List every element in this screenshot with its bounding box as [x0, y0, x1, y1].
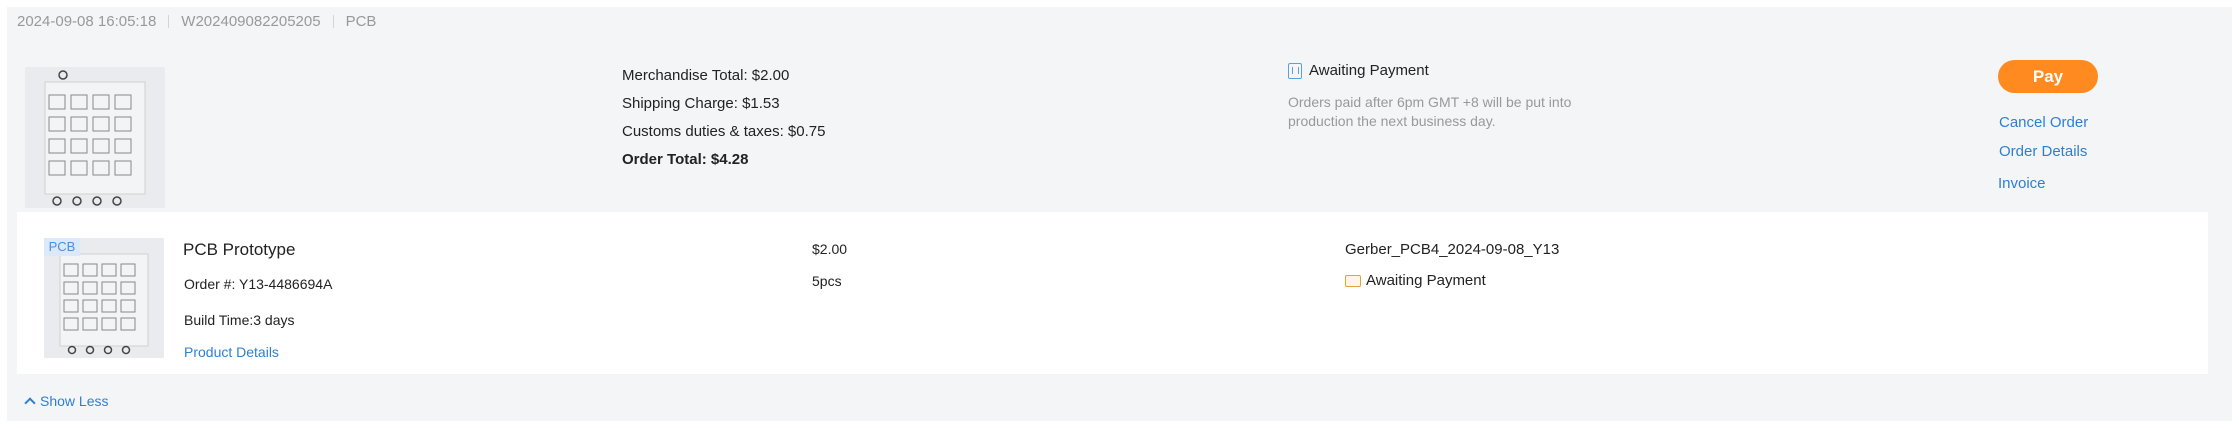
pcb-item-thumbnail: [44, 238, 164, 358]
item-build-time: Build Time:3 days: [184, 312, 295, 328]
divider: [332, 15, 334, 28]
show-less-toggle[interactable]: Show Less: [24, 393, 109, 409]
invoice-link[interactable]: Invoice: [1998, 175, 2046, 192]
divider: [168, 15, 170, 28]
product-details-link[interactable]: Product Details: [184, 344, 279, 360]
show-less-label: Show Less: [40, 393, 109, 409]
order-summary: Merchandise Total: $2.00 Shipping Charge…: [622, 62, 825, 174]
chevron-up-icon: [24, 397, 36, 409]
order-status: Awaiting Payment: [1288, 62, 1429, 79]
order-status-label: Awaiting Payment: [1309, 62, 1429, 79]
order-total: Order Total: $4.28: [622, 151, 749, 168]
item-title: PCB Prototype: [183, 240, 296, 259]
item-status: Awaiting Payment: [1345, 272, 1486, 289]
shipping-charge: Shipping Charge: $1.53: [622, 95, 780, 112]
pay-button[interactable]: Pay: [1998, 60, 2098, 93]
gerber-file-name: Gerber_PCB4_2024-09-08_Y13: [1345, 241, 1560, 258]
item-quantity: 5pcs: [812, 273, 842, 289]
item-order-number: Order #: Y13-4486694A: [184, 276, 333, 292]
merchandise-total: Merchandise Total: $2.00: [622, 67, 790, 84]
pcb-panel-thumbnail: [25, 67, 165, 208]
pcb-badge: PCB: [44, 238, 80, 256]
item-price: $2.00: [812, 241, 848, 257]
folder-icon: [1345, 274, 1361, 287]
order-type: PCB: [345, 13, 377, 30]
production-note: Orders paid after 6pm GMT +8 will be put…: [1288, 94, 1572, 129]
pcb-panel-image: [25, 67, 165, 208]
cancel-order-link[interactable]: Cancel Order: [1999, 114, 2088, 131]
pcb-item-image: [44, 238, 164, 358]
item-status-label: Awaiting Payment: [1366, 272, 1486, 289]
customs-duties: Customs duties & taxes: $0.75: [622, 123, 826, 140]
order-datetime: 2024-09-08 16:05:18: [17, 13, 157, 30]
order-item-row: [17, 212, 2208, 374]
order-meta: 2024-09-08 16:05:18 W202409082205205 PCB: [17, 13, 376, 30]
hourglass-icon: [1288, 62, 1302, 79]
order-number: W202409082205205: [181, 13, 321, 30]
order-details-link[interactable]: Order Details: [1999, 143, 2087, 160]
